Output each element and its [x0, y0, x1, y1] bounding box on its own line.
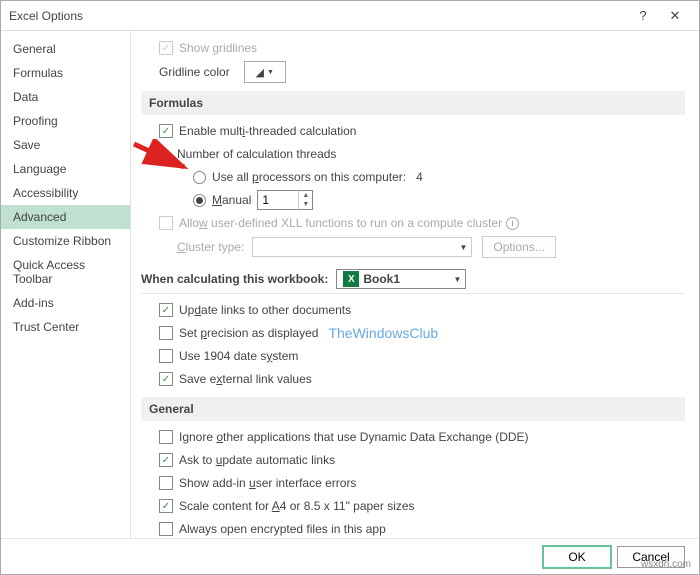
sidebar-item-proofing[interactable]: Proofing	[1, 109, 130, 133]
calculating-workbook-header: When calculating this workbook:	[141, 272, 328, 286]
show-gridlines-checkbox[interactable]	[159, 41, 173, 55]
sidebar-item-save[interactable]: Save	[1, 133, 130, 157]
always-encrypted-checkbox[interactable]	[159, 522, 173, 536]
scale-content-label: Scale content for A4 or 8.5 x 11" paper …	[179, 499, 415, 513]
ok-button[interactable]: OK	[543, 546, 611, 568]
sidebar-item-addins[interactable]: Add-ins	[1, 291, 130, 315]
manual-radio[interactable]	[193, 194, 206, 207]
bucket-icon: ◢	[256, 66, 264, 79]
use-1904-label: Use 1904 date system	[179, 349, 298, 363]
sidebar-item-general[interactable]: General	[1, 37, 130, 61]
set-precision-label: Set precision as displayed	[179, 326, 318, 340]
cluster-type-label: Cluster type:	[177, 240, 244, 254]
gridline-color-label: Gridline color	[159, 65, 230, 79]
scale-content-checkbox[interactable]	[159, 499, 173, 513]
set-precision-checkbox[interactable]	[159, 326, 173, 340]
save-external-checkbox[interactable]	[159, 372, 173, 386]
source-url: wsxdn.com	[641, 559, 691, 570]
ask-update-checkbox[interactable]	[159, 453, 173, 467]
num-threads-label: Number of calculation threads	[177, 147, 336, 161]
allow-xll-checkbox	[159, 216, 173, 230]
ignore-dde-checkbox[interactable]	[159, 430, 173, 444]
workbook-combo[interactable]: X Book1 ▼	[336, 269, 466, 289]
manual-thread-spinner[interactable]: ▲▼	[257, 190, 313, 210]
show-addin-errors-label: Show add-in user interface errors	[179, 476, 356, 490]
excel-icon: X	[343, 271, 359, 287]
spinner-down[interactable]: ▼	[299, 200, 312, 209]
sidebar-item-trust-center[interactable]: Trust Center	[1, 315, 130, 339]
workbook-value: Book1	[363, 272, 453, 286]
cluster-type-combo: ▼	[252, 237, 472, 257]
help-button[interactable]: ?	[627, 2, 659, 30]
sidebar-item-language[interactable]: Language	[1, 157, 130, 181]
sidebar: General Formulas Data Proofing Save Lang…	[1, 31, 131, 539]
section-general: General	[141, 397, 685, 421]
dialog-title: Excel Options	[9, 9, 627, 23]
update-links-label: Update links to other documents	[179, 303, 351, 317]
sidebar-item-formulas[interactable]: Formulas	[1, 61, 130, 85]
use-all-processors-label: Use all processors on this computer:	[212, 170, 416, 184]
cluster-options-button: Options...	[482, 236, 555, 258]
gridline-color-picker[interactable]: ◢ ▼	[244, 61, 286, 83]
manual-label: Manual	[212, 193, 251, 207]
enable-multithread-checkbox[interactable]	[159, 124, 173, 138]
ask-update-label: Ask to update automatic links	[179, 453, 335, 467]
info-icon[interactable]: i	[506, 217, 519, 230]
save-external-label: Save external link values	[179, 372, 312, 386]
enable-multithread-label: Enable multi-threaded calculation	[179, 124, 356, 138]
close-button[interactable]: ✕	[659, 2, 691, 30]
watermark: TheWindowsClub	[328, 325, 438, 341]
manual-thread-input[interactable]	[258, 191, 298, 209]
content-pane: Show gridlines Gridline color ◢ ▼ Formul…	[131, 31, 699, 539]
titlebar: Excel Options ? ✕	[1, 1, 699, 31]
always-encrypted-label: Always open encrypted files in this app	[179, 522, 386, 536]
sidebar-item-customize-ribbon[interactable]: Customize Ribbon	[1, 229, 130, 253]
use-all-processors-radio[interactable]	[193, 171, 206, 184]
sidebar-item-accessibility[interactable]: Accessibility	[1, 181, 130, 205]
processor-count: 4	[416, 170, 423, 184]
sidebar-item-advanced[interactable]: Advanced	[1, 205, 130, 229]
update-links-checkbox[interactable]	[159, 303, 173, 317]
show-addin-errors-checkbox[interactable]	[159, 476, 173, 490]
show-gridlines-label: Show gridlines	[179, 41, 257, 55]
allow-xll-label: Allow user-defined XLL functions to run …	[179, 216, 502, 230]
spinner-up[interactable]: ▲	[299, 191, 312, 200]
use-1904-checkbox[interactable]	[159, 349, 173, 363]
ignore-dde-label: Ignore other applications that use Dynam…	[179, 430, 529, 444]
section-formulas: Formulas	[141, 91, 685, 115]
sidebar-item-quick-access[interactable]: Quick Access Toolbar	[1, 253, 130, 291]
sidebar-item-data[interactable]: Data	[1, 85, 130, 109]
footer: OK Cancel	[1, 538, 699, 574]
